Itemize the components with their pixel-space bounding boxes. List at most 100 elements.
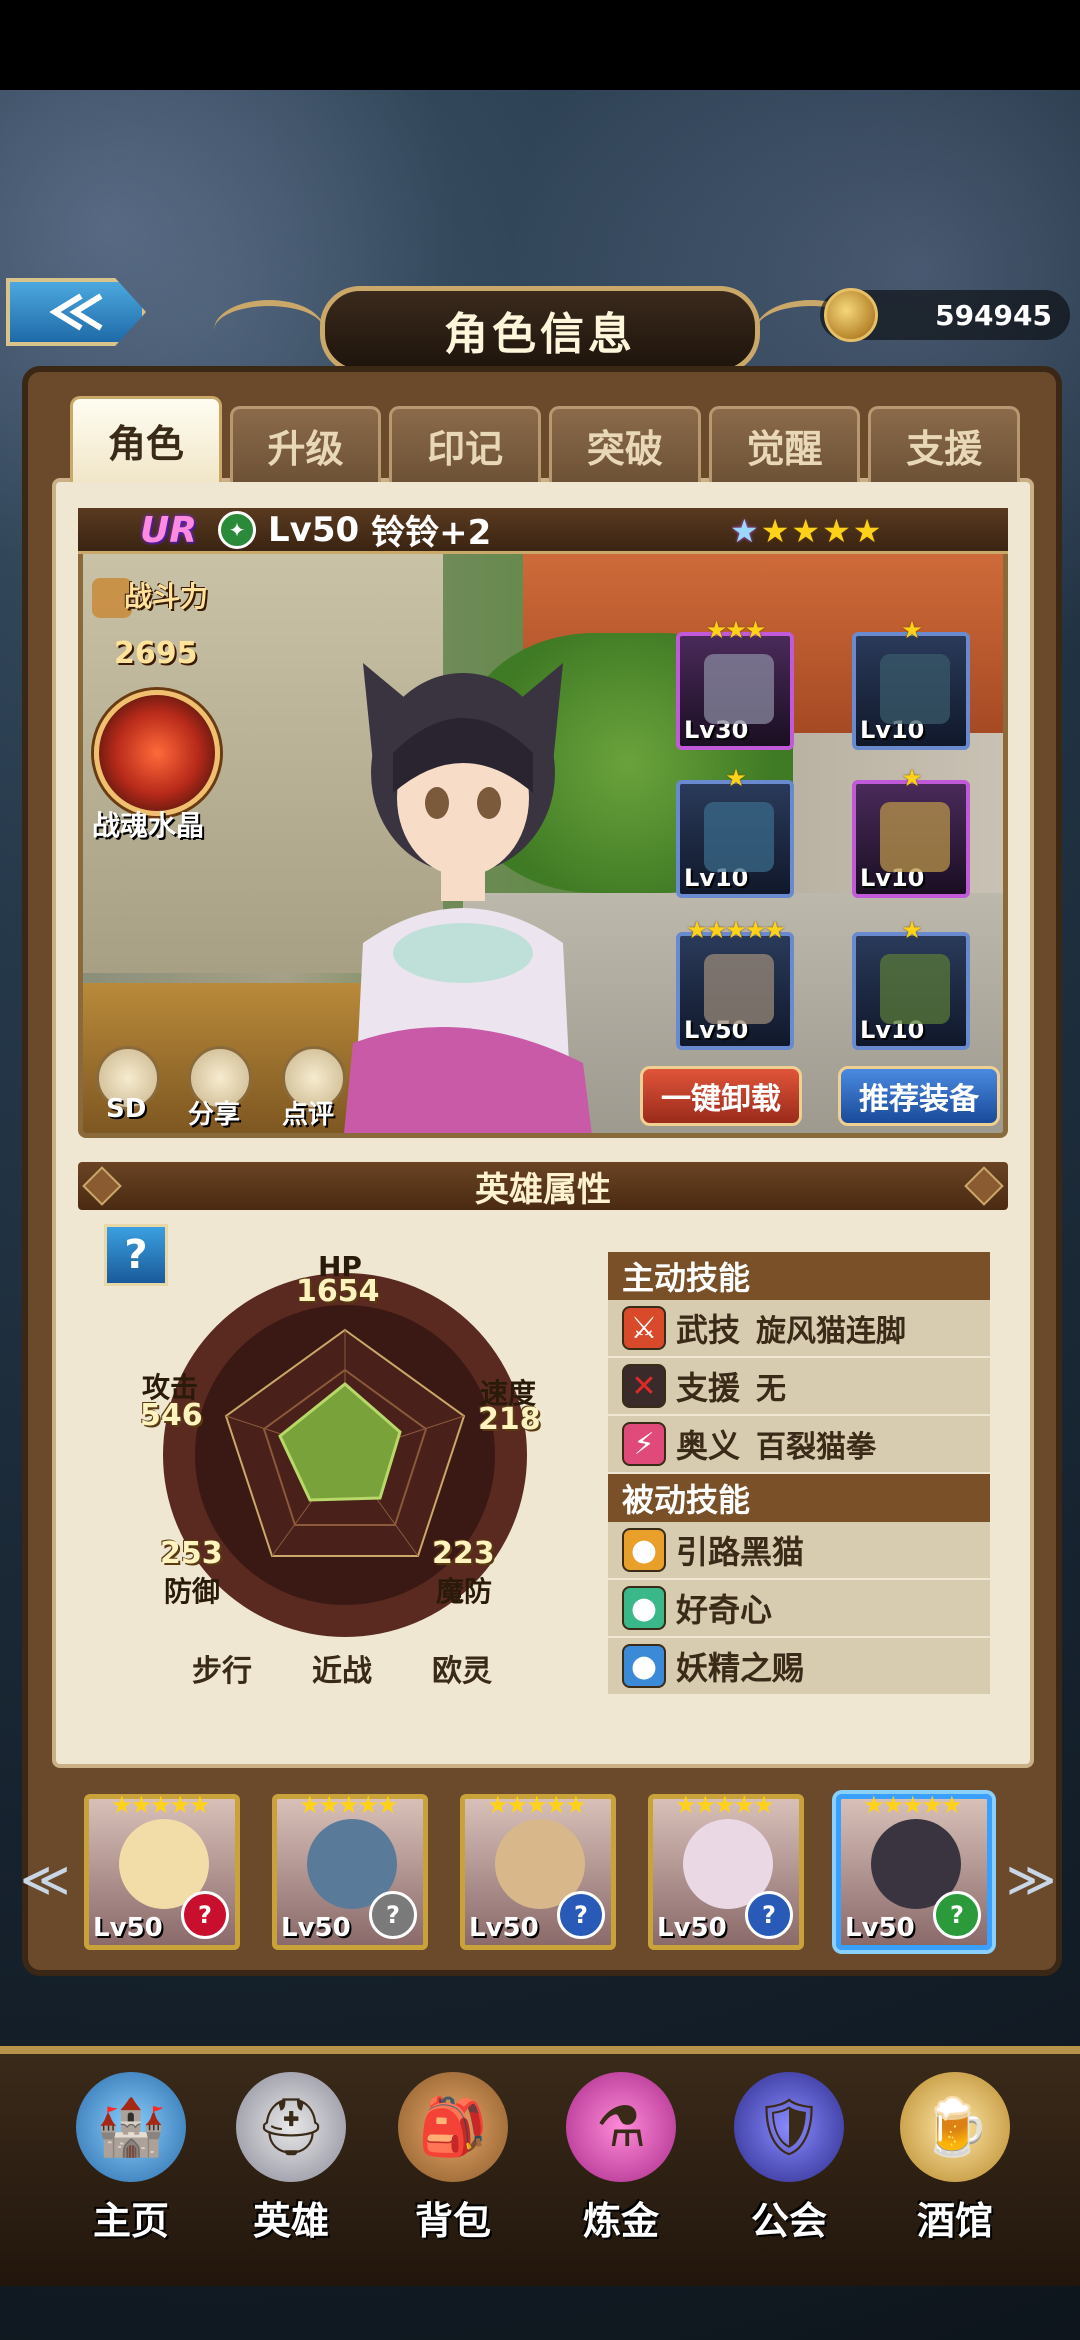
mdef-label: 魔防 <box>436 1575 493 1608</box>
equip-slot-3[interactable]: ★ Lv10 <box>676 764 794 898</box>
nav-label: 背包 <box>414 2199 491 2243</box>
rarity-badge: UR <box>140 510 197 551</box>
hero-level: Lv50 <box>281 1913 351 1943</box>
tab-breakthrough[interactable]: 突破 <box>549 406 701 482</box>
star-icon: ★ <box>730 512 759 550</box>
class-badge-icon: ? <box>933 1891 981 1939</box>
nav-home[interactable]: 🏰 主页 <box>56 2072 206 2252</box>
gold-coin-icon <box>824 288 878 342</box>
team-hero-4[interactable]: ★★★★★ Lv50 ? <box>648 1791 804 1950</box>
skill-name: 妖精之赐 <box>676 1649 805 1687</box>
equip-slot-2[interactable]: ★ Lv10 <box>852 616 970 750</box>
skill-name: 百裂猫拳 <box>756 1430 877 1465</box>
nav-label: 酒馆 <box>916 2199 993 2243</box>
equip-stars: ★★★★★ <box>686 916 786 944</box>
boots-icon <box>880 954 950 1024</box>
tab-mark[interactable]: 印记 <box>389 406 542 482</box>
tab-character[interactable]: 角色 <box>70 396 222 482</box>
class-badge-icon: ? <box>745 1891 793 1939</box>
share-label: 分享 <box>188 1100 241 1130</box>
passive-skill-icon: ● <box>622 1586 666 1630</box>
tab-upgrade[interactable]: 升级 <box>229 406 382 482</box>
nav-tavern[interactable]: 🍺 酒馆 <box>880 2072 1030 2252</box>
attributes-title: 英雄属性 <box>475 1169 611 1210</box>
hero-level: Lv50 <box>268 509 360 550</box>
unload-all-button[interactable]: 一键卸载 <box>640 1066 802 1126</box>
skill-row[interactable]: ● 妖精之赐 <box>608 1638 990 1696</box>
equip-slot-4[interactable]: ★ Lv10 <box>852 764 970 898</box>
class-badge-icon: ? <box>181 1891 229 1939</box>
tab-support[interactable]: 支援 <box>868 406 1021 482</box>
nav-label: 主页 <box>92 2199 169 2243</box>
castle-icon: 🏰 <box>76 2072 186 2182</box>
tab-awaken[interactable]: 觉醒 <box>708 406 861 482</box>
skill-row[interactable]: ● 好奇心 <box>608 1580 990 1638</box>
passive-skills-header: 被动技能 <box>608 1474 990 1522</box>
team-hero-5-selected[interactable]: ★★★★★ Lv50 ? <box>836 1791 992 1950</box>
nav-guild[interactable]: 🛡 公会 <box>714 2072 864 2252</box>
hero-name: 铃铃+2 <box>371 513 492 553</box>
hero-level: Lv50 <box>469 1913 539 1943</box>
soul-crystal-button[interactable] <box>94 690 220 816</box>
def-value: 253 <box>160 1536 223 1571</box>
potion-icon: ⚗ <box>566 2072 676 2182</box>
nav-label: 英雄 <box>252 2199 329 2243</box>
atk-value: 546 <box>140 1398 203 1433</box>
gold-amount: 594945 <box>935 298 1052 332</box>
ornament-diamond <box>82 1166 122 1206</box>
ornament-diamond <box>964 1166 1004 1206</box>
mdef-value: 223 <box>432 1536 495 1571</box>
hero-stars: ★★★★★ <box>487 1791 587 1819</box>
gold-display: 594945 <box>820 288 1070 342</box>
team-hero-2[interactable]: ★★★★★ Lv50 ? <box>272 1791 428 1950</box>
team-hero-3[interactable]: ★★★★★ Lv50 ? <box>460 1791 616 1950</box>
active-skills-header: 主动技能 <box>608 1252 990 1300</box>
equip-slot-1[interactable]: ★★★ Lv30 <box>676 616 794 750</box>
chest-armor-icon <box>880 654 950 724</box>
skill-name: 引路黑猫 <box>676 1533 805 1571</box>
star-icon: ★ <box>822 512 851 550</box>
skill-row[interactable]: ⚡ 奥义 百裂猫拳 <box>608 1416 990 1474</box>
skills-panel: 主动技能 ⚔ 武技 旋风猫连脚 ✕ 支援 无 ⚡ 奥义 百裂猫拳 被动技能 ● … <box>608 1252 990 1696</box>
class-badge-icon: ? <box>557 1891 605 1939</box>
hp-value: 1654 <box>296 1274 380 1309</box>
passive-skill-icon: ● <box>622 1644 666 1688</box>
skill-row[interactable]: ✕ 支援 无 <box>608 1358 990 1416</box>
skill-row[interactable]: ● 引路黑猫 <box>608 1522 990 1580</box>
beer-icon: 🍺 <box>900 2072 1010 2182</box>
team-hero-1[interactable]: ★★★★★ Lv50 ? <box>84 1791 240 1950</box>
equip-slot-6[interactable]: ★ Lv10 <box>852 916 970 1050</box>
star-icon: ★ <box>791 512 821 550</box>
tab-bar: 角色 升级 印记 突破 觉醒 支援 <box>70 396 1021 482</box>
equip-slot-5[interactable]: ★★★★★ Lv50 <box>676 916 794 1050</box>
prev-hero-arrow-icon[interactable]: ≪ <box>20 1852 70 1908</box>
passive-skill-icon: ● <box>622 1528 666 1572</box>
nav-backpack[interactable]: 🎒 背包 <box>378 2072 528 2252</box>
race-type: 欧灵 <box>432 1654 492 1689</box>
equip-stars: ★ <box>901 916 923 944</box>
next-hero-arrow-icon[interactable]: ≫ <box>1006 1852 1056 1908</box>
skill-row[interactable]: ⚔ 武技 旋风猫连脚 <box>608 1300 990 1358</box>
spd-value: 218 <box>478 1402 541 1437</box>
nav-alchemy[interactable]: ⚗ 炼金 <box>546 2072 696 2252</box>
def-label: 防御 <box>164 1575 221 1608</box>
greaves-icon <box>880 802 950 872</box>
gloves-icon <box>704 802 774 872</box>
equip-stars: ★ <box>901 764 923 792</box>
hero-stars: ★★★★★ <box>675 1791 775 1819</box>
attributes-header: 英雄属性 <box>78 1162 1008 1210</box>
recommend-equip-button[interactable]: 推荐装备 <box>838 1066 1000 1126</box>
soul-crystal-label: 战魂水晶 <box>92 809 205 842</box>
move-type: 步行 <box>192 1654 252 1689</box>
sword-icon <box>704 954 774 1024</box>
backpack-icon: 🎒 <box>398 2072 508 2182</box>
hero-portrait[interactable] <box>333 643 593 1138</box>
hero-stars: ★★★★★ <box>111 1791 211 1819</box>
power-value: 2695 <box>114 636 198 671</box>
nav-heroes[interactable]: ⛑ 英雄 <box>216 2072 366 2252</box>
hero-level: Lv50 <box>93 1913 163 1943</box>
help-button[interactable]: ? <box>104 1224 168 1286</box>
star-icon: ★ <box>852 512 882 550</box>
range-type: 近战 <box>312 1654 372 1689</box>
page-title: 角色信息 <box>320 286 760 374</box>
